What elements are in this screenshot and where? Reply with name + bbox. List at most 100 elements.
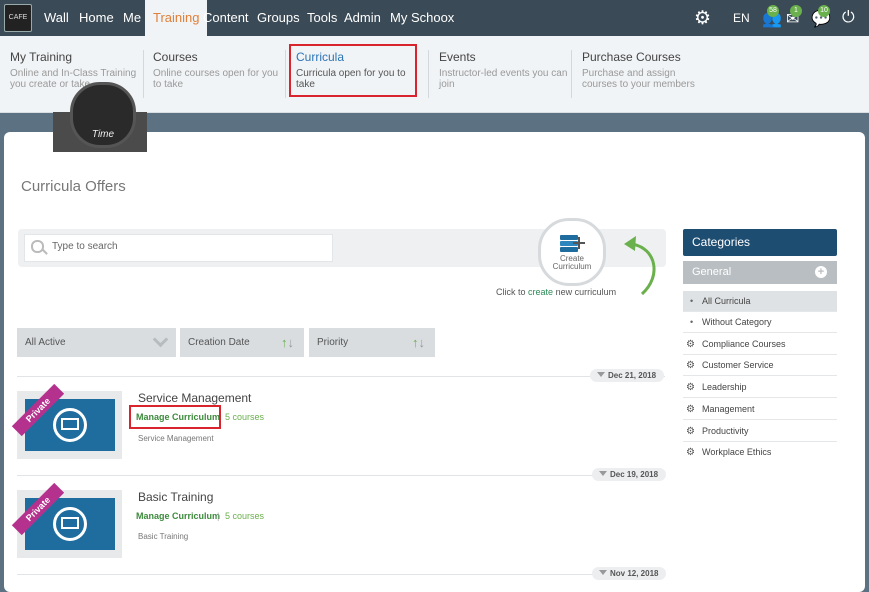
category-productivity[interactable]: ⚙ Productivity (683, 421, 837, 442)
chevron-down-icon (152, 331, 169, 348)
nav-my-schoox[interactable]: My Schoox (390, 0, 454, 36)
submenu-title: My Training (10, 50, 73, 64)
curriculum-category: Basic Training (138, 532, 189, 541)
language-selector[interactable]: EN (733, 0, 750, 36)
course-count[interactable]: 5 courses (225, 412, 264, 422)
date-divider (17, 574, 665, 575)
submenu-purchase-courses[interactable]: Purchase Courses Purchase and assign cou… (582, 50, 712, 90)
category-management[interactable]: ⚙ Management (683, 399, 837, 420)
nav-tools[interactable]: Tools (307, 0, 337, 36)
curved-arrow-icon (624, 236, 656, 296)
search-input[interactable] (50, 240, 324, 253)
gears-icon: ⚙ (686, 360, 695, 371)
page-title: Curricula Offers (21, 178, 126, 195)
date-badge: Dec 19, 2018 (592, 468, 667, 481)
category-workplace-ethics[interactable]: ⚙ Workplace Ethics (683, 442, 837, 463)
gears-icon: ⚙ (686, 447, 695, 458)
sort-priority[interactable]: Priority ↑↓ (309, 328, 435, 357)
plus-icon[interactable]: + (815, 266, 827, 278)
date-divider (17, 376, 665, 377)
search-icon (31, 240, 44, 253)
submenu-desc: Online courses open for you to take (153, 68, 279, 90)
bullet-icon: • (690, 317, 694, 327)
submenu-my-training[interactable]: My Training Online and In-Class Training… (10, 50, 140, 90)
status-filter-value: All Active (25, 337, 66, 348)
school-avatar[interactable]: Time (53, 82, 147, 152)
create-hint: Click to create new curriculum (496, 287, 616, 297)
category-general[interactable]: General + (683, 261, 837, 284)
nav-wall[interactable]: Wall (44, 0, 69, 36)
category-label: Leadership (702, 382, 747, 392)
create-link[interactable]: create (528, 287, 553, 297)
separator: | (217, 511, 220, 521)
divider (143, 50, 144, 98)
create-curriculum-button[interactable]: Create Curriculum (538, 218, 606, 286)
curriculum-title[interactable]: Basic Training (138, 490, 213, 504)
category-label: Customer Service (702, 360, 774, 370)
top-navigation: CAFE Wall Home Me Training Content Group… (0, 0, 869, 36)
logo-text: CAFE (8, 14, 28, 21)
submenu-desc: Purchase and assign courses to your memb… (582, 68, 695, 90)
nav-home[interactable]: Home (79, 0, 114, 36)
submenu-desc: Instructor-led events you can join (439, 68, 568, 90)
curriculum-title[interactable]: Service Management (138, 391, 251, 405)
gears-icon: ⚙ (686, 339, 695, 350)
category-customer-service[interactable]: ⚙ Customer Service (683, 355, 837, 376)
create-hint-prefix: Click to (496, 287, 526, 297)
categories-heading: Categories (683, 229, 837, 256)
category-label: All Curricula (702, 296, 751, 306)
submenu-title: Purchase Courses (582, 50, 681, 64)
divider (285, 50, 286, 98)
sort-arrows-icon: ↑↓ (281, 335, 294, 350)
manage-curriculum-link[interactable]: Manage Curriculum (136, 511, 220, 521)
nav-training[interactable]: Training (145, 0, 208, 36)
mail-badge: 1 (790, 5, 802, 17)
school-logo[interactable]: CAFE (4, 4, 32, 32)
sort-arrows-icon: ↑↓ (412, 335, 425, 350)
create-curriculum-label: Create Curriculum (552, 254, 592, 271)
date-divider (17, 475, 665, 476)
highlight-box (289, 44, 417, 97)
power-icon[interactable]: ⏻ (842, 9, 855, 27)
submenu-events[interactable]: Events Instructor-led events you can joi… (439, 50, 569, 90)
users-badge: 58 (767, 5, 779, 17)
category-without-category[interactable]: • Without Category (683, 312, 837, 333)
gears-icon: ⚙ (686, 382, 695, 393)
gears-icon[interactable]: ⚙ (694, 7, 711, 30)
chat-badge: 10 (818, 5, 830, 17)
category-label: Productivity (702, 426, 749, 436)
category-all-curricula[interactable]: • All Curricula (683, 291, 837, 312)
divider (571, 50, 572, 98)
avatar-image: Time (70, 82, 136, 148)
sort-priority-label: Priority (317, 337, 349, 348)
nav-content[interactable]: Content (203, 0, 249, 36)
nav-groups[interactable]: Groups (257, 0, 300, 36)
date-badge: Dec 21, 2018 (590, 369, 665, 382)
category-compliance-courses[interactable]: ⚙ Compliance Courses (683, 334, 837, 355)
nav-admin[interactable]: Admin (344, 0, 381, 36)
category-label: Compliance Courses (702, 339, 786, 349)
category-leadership[interactable]: ⚙ Leadership (683, 377, 837, 398)
sort-creation-date[interactable]: Creation Date ↑↓ (180, 328, 304, 357)
submenu-courses[interactable]: Courses Online courses open for you to t… (153, 50, 283, 90)
category-label: Management (702, 404, 755, 414)
submenu-title: Events (439, 50, 476, 64)
bullet-icon: • (690, 296, 694, 306)
category-general-label: General (692, 266, 732, 278)
date-badge: Nov 12, 2018 (592, 567, 667, 580)
search-field[interactable] (24, 234, 333, 262)
submenu-title: Courses (153, 50, 198, 64)
nav-me[interactable]: Me (123, 0, 141, 36)
curriculum-category: Service Management (138, 434, 214, 443)
divider (428, 50, 429, 98)
category-label: Workplace Ethics (702, 447, 772, 457)
course-count[interactable]: 5 courses (225, 511, 264, 521)
create-hint-suffix: new curriculum (555, 287, 617, 297)
curriculum-add-icon (560, 235, 585, 252)
status-filter-dropdown[interactable]: All Active (17, 328, 176, 357)
sort-creation-date-label: Creation Date (188, 337, 250, 348)
category-label: Without Category (702, 317, 772, 327)
gears-icon: ⚙ (686, 426, 695, 437)
highlight-box (129, 405, 221, 429)
gears-icon: ⚙ (686, 404, 695, 415)
